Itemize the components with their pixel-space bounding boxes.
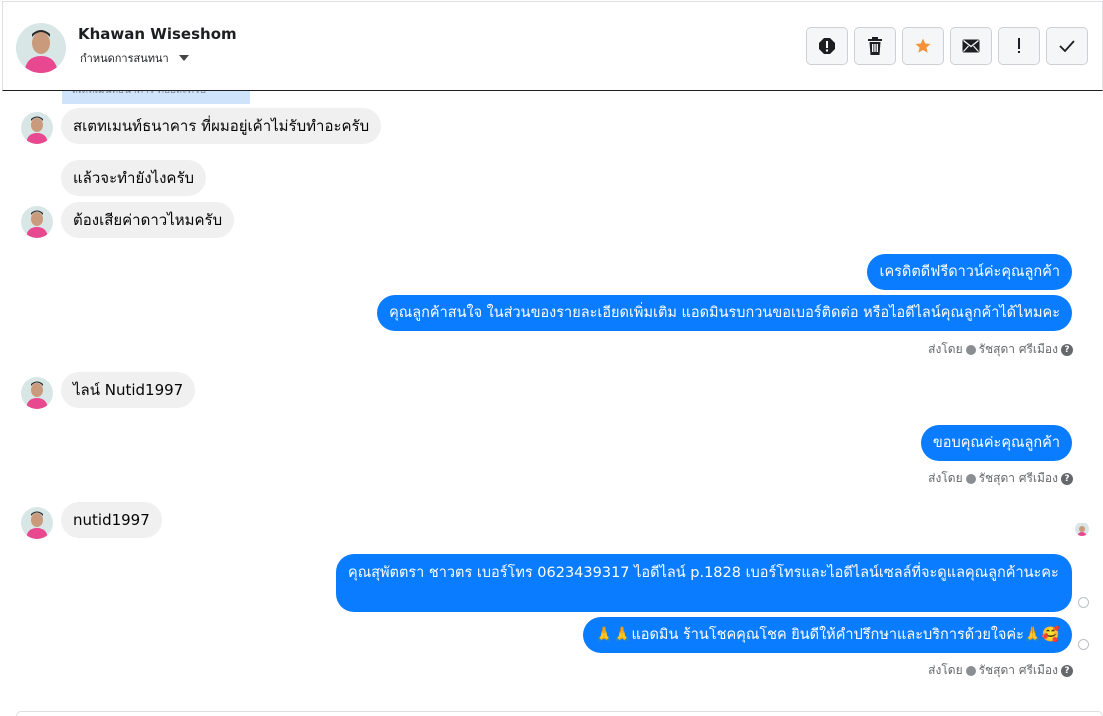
contact-avatar-small — [21, 377, 53, 409]
sent-by-label: ส่งโดย รัชสุดา ศรีเมือง ? — [928, 661, 1073, 680]
envelope-icon — [962, 39, 980, 53]
caret-down-icon — [178, 55, 189, 61]
check-icon — [1059, 40, 1075, 52]
contact-avatar-small — [21, 507, 53, 539]
clipped-message: สเตทเมนท์ธนาคาร ค้อยละครับ — [62, 91, 250, 104]
exclamation-icon — [1018, 38, 1020, 53]
message-bubble-incoming[interactable]: nutid1997 — [61, 502, 162, 538]
sent-by-name[interactable]: รัชสุดา ศรีเมือง — [979, 340, 1058, 359]
agent-status-icon — [965, 344, 976, 355]
message-bubble-outgoing[interactable]: คุณลูกค้าสนใจ ในส่วนของรายละเอียดเพิ่มเต… — [377, 295, 1072, 331]
help-icon[interactable]: ? — [1061, 472, 1073, 485]
star-icon — [915, 38, 931, 53]
conversation-header: Khawan Wiseshom กำหนดการสนทนา — [2, 1, 1103, 91]
sent-by-name[interactable]: รัชสุดา ศรีเมือง — [979, 469, 1058, 488]
contact-avatar-small — [21, 112, 53, 144]
message-bubble-outgoing[interactable]: เครดิตดีฟรีดาวน์ค่ะคุณลูกค้า — [867, 254, 1072, 290]
star-button[interactable] — [902, 27, 944, 65]
message-bubble-incoming[interactable]: ไลน์ Nutid1997 — [61, 372, 196, 408]
message-bubble-incoming[interactable]: แล้วจะทำยังไงครับ — [61, 160, 207, 196]
assign-conversation-dropdown[interactable]: กำหนดการสนทนา — [80, 49, 189, 67]
agent-status-icon — [965, 473, 976, 484]
assign-label: กำหนดการสนทนา — [80, 52, 169, 65]
help-icon[interactable]: ? — [1061, 343, 1073, 356]
message-bubble-outgoing[interactable]: 🙏🙏แอดมิน ร้านโชคคุณโชค ยินดีให้คำปรึกษาแ… — [583, 617, 1072, 653]
mark-unread-button[interactable] — [950, 27, 992, 65]
header-actions — [806, 27, 1088, 65]
delivered-check-icon — [1078, 597, 1089, 608]
contact-avatar-small — [21, 206, 53, 238]
agent-status-icon — [965, 665, 976, 676]
message-bubble-incoming[interactable]: สเตทเมนท์ธนาคาร ที่ผมอยู่เค้าไม่รับทำอะค… — [61, 108, 382, 144]
message-thread[interactable]: สเตทเมนท์ธนาคาร ค้อยละครับ สเตทเมนท์ธนาค… — [2, 91, 1103, 716]
contact-avatar[interactable] — [16, 23, 66, 73]
alert-octagon-icon — [819, 38, 835, 54]
follow-up-button[interactable] — [998, 27, 1040, 65]
spam-button[interactable] — [806, 27, 848, 65]
message-bubble-outgoing[interactable]: คุณสุพัตตรา ชาวตร เบอร์โทร 0623439317 ไอ… — [336, 554, 1072, 612]
contact-name[interactable]: Khawan Wiseshom — [78, 25, 237, 43]
trash-icon — [868, 37, 882, 55]
message-composer[interactable] — [16, 711, 1103, 716]
message-bubble-outgoing[interactable]: ขอบคุณค่ะคุณลูกค้า — [920, 425, 1072, 461]
help-icon[interactable]: ? — [1061, 664, 1073, 677]
done-button[interactable] — [1046, 27, 1088, 65]
message-bubble-incoming[interactable]: ต้องเสียค่าดาวไหมครับ — [61, 202, 235, 238]
sent-by-label: ส่งโดย รัชสุดา ศรีเมือง ? — [928, 340, 1073, 359]
delete-button[interactable] — [854, 27, 896, 65]
delivered-check-icon — [1078, 639, 1089, 650]
seen-avatar — [1075, 522, 1089, 536]
sent-by-name[interactable]: รัชสุดา ศรีเมือง — [979, 661, 1058, 680]
sent-by-label: ส่งโดย รัชสุดา ศรีเมือง ? — [928, 469, 1073, 488]
